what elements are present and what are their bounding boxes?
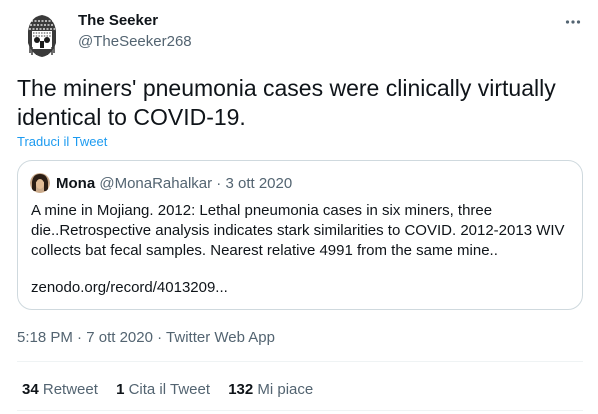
quoted-date[interactable]: 3 ott 2020 [225, 175, 292, 192]
quoted-author-handle[interactable]: @MonaRahalkar [99, 175, 212, 192]
quoted-tweet-link[interactable]: zenodo.org/record/4013209... [31, 279, 228, 296]
tweet-stats: 34 Retweet 1 Cita il Tweet 132 Mi piace [22, 381, 327, 398]
quote-tweets-count: 1 [116, 381, 125, 398]
tweet-text: The miners' pneumonia cases were clinica… [17, 75, 556, 130]
retweets-label: Retweet [42, 381, 98, 398]
likes-label: Mi piace [257, 381, 314, 398]
retweets-stat[interactable]: 34 Retweet [22, 381, 98, 398]
profile-photo-avatar-icon [30, 173, 50, 193]
more-horizontal-icon [565, 20, 581, 24]
divider [17, 361, 583, 362]
divider-bottom [17, 410, 583, 411]
translate-tweet-link[interactable]: Traduci il Tweet [17, 134, 107, 149]
timestamp-separator-2: · [157, 329, 163, 346]
author-avatar[interactable] [18, 11, 66, 59]
likes-count: 132 [228, 381, 254, 398]
quoted-author-avatar[interactable] [30, 173, 50, 193]
tweet-timestamp: 5:18 PM · 7 ott 2020 · Twitter Web App [17, 329, 275, 346]
tweet-source-app[interactable]: Twitter Web App [166, 329, 275, 346]
tweet-date[interactable]: 7 ott 2020 [86, 329, 153, 346]
more-options-button[interactable] [561, 10, 585, 34]
likes-stat[interactable]: 132 Mi piace [228, 381, 313, 398]
quote-tweets-label: Cita il Tweet [128, 381, 211, 398]
timestamp-separator: · [77, 329, 83, 346]
tribal-mask-avatar-icon [18, 11, 66, 59]
quoted-tweet-header: Mona @MonaRahalkar · 3 ott 2020 [56, 175, 292, 192]
quoted-tweet-card[interactable]: Mona @MonaRahalkar · 3 ott 2020 A mine i… [17, 160, 583, 310]
quoted-separator: · [216, 175, 222, 192]
retweets-count: 34 [22, 381, 39, 398]
author-handle[interactable]: @TheSeeker268 [78, 33, 192, 50]
quoted-tweet-text: A mine in Mojiang. 2012: Lethal pneumoni… [31, 202, 565, 259]
author-name[interactable]: The Seeker [78, 12, 158, 29]
quote-tweets-stat[interactable]: 1 Cita il Tweet [116, 381, 210, 398]
quoted-author-name[interactable]: Mona [56, 175, 95, 192]
tweet-time[interactable]: 5:18 PM [17, 329, 73, 346]
